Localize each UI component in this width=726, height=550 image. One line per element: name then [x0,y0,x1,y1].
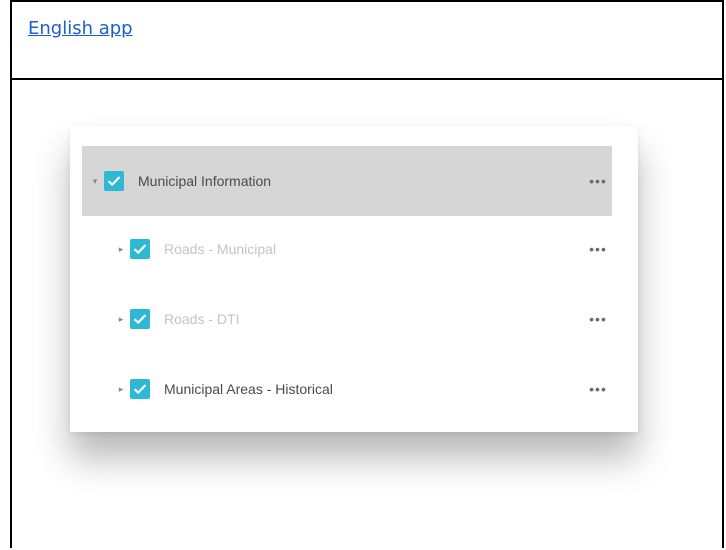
layer-checkbox[interactable] [130,379,150,399]
layer-list-panel: ▾ Municipal Information ••• ▸ Roads - Mu… [70,126,638,432]
caret-right-icon[interactable]: ▸ [114,242,128,256]
more-horizontal-icon[interactable]: ••• [584,311,612,327]
layer-row-municipal-areas-historical[interactable]: ▸ Municipal Areas - Historical ••• [82,354,612,424]
layer-row-roads-dti[interactable]: ▸ Roads - DTI ••• [82,284,612,354]
more-horizontal-icon[interactable]: ••• [584,173,612,189]
layer-row-roads-municipal[interactable]: ▸ Roads - Municipal ••• [82,214,612,284]
checkmark-icon [133,244,147,255]
document-table: English app ▾ Municipal Information ••• … [10,0,724,548]
layer-label: Municipal Information [138,173,272,189]
checkmark-icon [133,384,147,395]
layer-checkbox[interactable] [130,239,150,259]
layer-label: Roads - Municipal [164,241,277,257]
layer-checkbox[interactable] [130,309,150,329]
more-horizontal-icon[interactable]: ••• [584,381,612,397]
layer-row-municipal-information[interactable]: ▾ Municipal Information ••• [82,146,612,216]
more-horizontal-icon[interactable]: ••• [584,241,612,257]
caret-right-icon[interactable]: ▸ [114,312,128,326]
layer-label: Municipal Areas - Historical [164,381,333,397]
english-app-link[interactable]: English app [28,18,133,39]
layer-label: Roads - DTI [164,311,240,327]
caret-right-icon[interactable]: ▸ [114,382,128,396]
caret-down-icon[interactable]: ▾ [88,174,102,188]
header-cell: English app [12,2,722,80]
checkmark-icon [107,176,121,187]
checkmark-icon [133,314,147,325]
layer-checkbox[interactable] [104,171,124,191]
